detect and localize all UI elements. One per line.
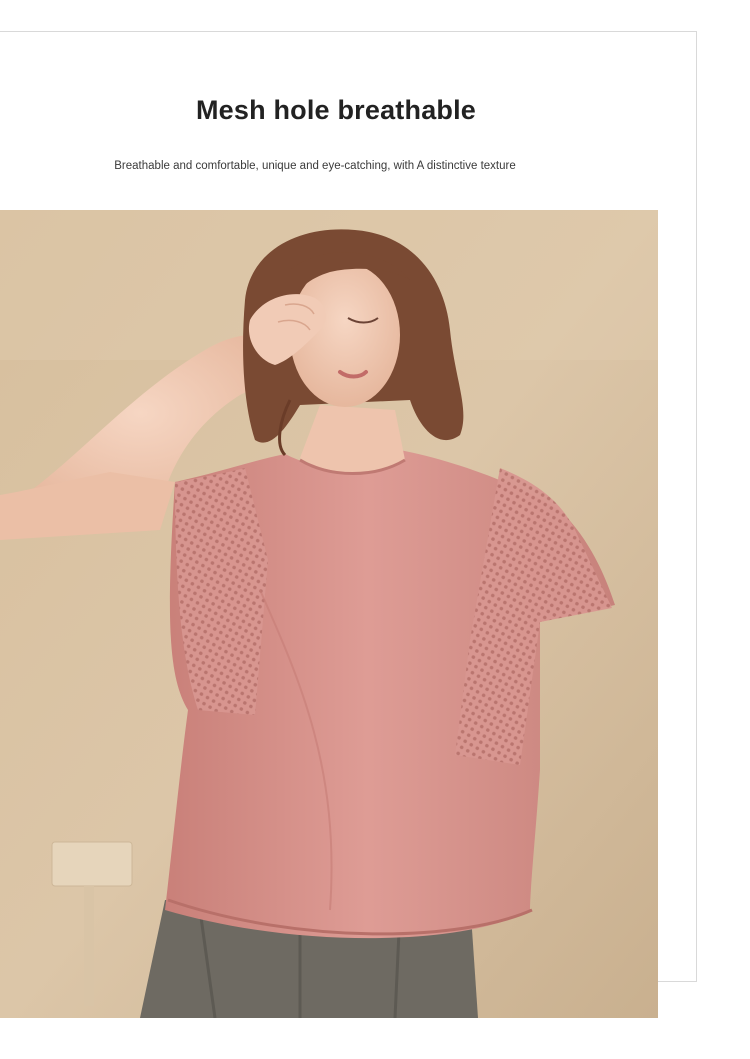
model-illustration <box>0 210 658 1018</box>
wall-switch <box>51 841 133 887</box>
product-photo <box>0 210 658 1018</box>
section-title: Mesh hole breathable <box>195 95 477 125</box>
section-subtitle: Breathable and comfortable, unique and e… <box>114 160 516 172</box>
